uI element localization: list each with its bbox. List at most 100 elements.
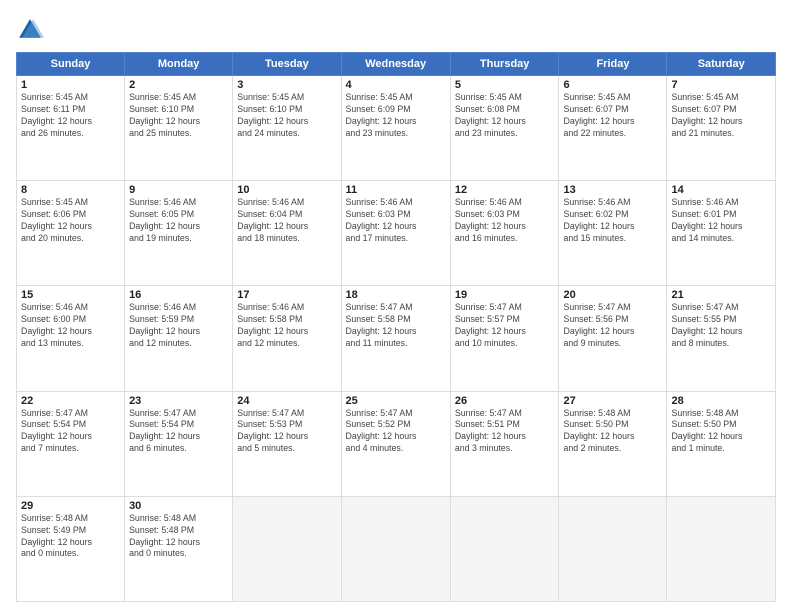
- day-number: 13: [563, 184, 662, 196]
- day-info: Sunrise: 5:47 AM Sunset: 5:51 PM Dayligh…: [455, 408, 555, 456]
- calendar-cell: 22Sunrise: 5:47 AM Sunset: 5:54 PM Dayli…: [17, 391, 125, 496]
- day-info: Sunrise: 5:45 AM Sunset: 6:10 PM Dayligh…: [237, 92, 336, 140]
- day-info: Sunrise: 5:46 AM Sunset: 6:01 PM Dayligh…: [671, 197, 771, 245]
- calendar-cell: 15Sunrise: 5:46 AM Sunset: 6:00 PM Dayli…: [17, 286, 125, 391]
- day-number: 22: [21, 395, 120, 407]
- day-number: 29: [21, 500, 120, 512]
- day-number: 28: [671, 395, 771, 407]
- calendar-table: SundayMondayTuesdayWednesdayThursdayFrid…: [16, 52, 776, 602]
- calendar-cell: 6Sunrise: 5:45 AM Sunset: 6:07 PM Daylig…: [559, 76, 667, 181]
- calendar-cell: 9Sunrise: 5:46 AM Sunset: 6:05 PM Daylig…: [125, 181, 233, 286]
- calendar-cell: 17Sunrise: 5:46 AM Sunset: 5:58 PM Dayli…: [233, 286, 341, 391]
- calendar-cell: 10Sunrise: 5:46 AM Sunset: 6:04 PM Dayli…: [233, 181, 341, 286]
- day-number: 24: [237, 395, 336, 407]
- day-number: 21: [671, 289, 771, 301]
- day-info: Sunrise: 5:47 AM Sunset: 5:56 PM Dayligh…: [563, 302, 662, 350]
- calendar-week-row: 29Sunrise: 5:48 AM Sunset: 5:49 PM Dayli…: [17, 496, 776, 601]
- calendar-cell: [233, 496, 341, 601]
- calendar-cell: 28Sunrise: 5:48 AM Sunset: 5:50 PM Dayli…: [667, 391, 776, 496]
- day-info: Sunrise: 5:47 AM Sunset: 5:53 PM Dayligh…: [237, 408, 336, 456]
- day-number: 14: [671, 184, 771, 196]
- day-info: Sunrise: 5:46 AM Sunset: 6:03 PM Dayligh…: [346, 197, 446, 245]
- logo-icon: [16, 16, 44, 44]
- calendar-cell: 25Sunrise: 5:47 AM Sunset: 5:52 PM Dayli…: [341, 391, 450, 496]
- calendar-cell: 4Sunrise: 5:45 AM Sunset: 6:09 PM Daylig…: [341, 76, 450, 181]
- day-number: 25: [346, 395, 446, 407]
- day-number: 4: [346, 79, 446, 91]
- day-info: Sunrise: 5:45 AM Sunset: 6:08 PM Dayligh…: [455, 92, 555, 140]
- day-info: Sunrise: 5:45 AM Sunset: 6:07 PM Dayligh…: [563, 92, 662, 140]
- day-number: 5: [455, 79, 555, 91]
- day-number: 8: [21, 184, 120, 196]
- day-info: Sunrise: 5:48 AM Sunset: 5:49 PM Dayligh…: [21, 513, 120, 561]
- calendar-cell: 27Sunrise: 5:48 AM Sunset: 5:50 PM Dayli…: [559, 391, 667, 496]
- calendar-cell: 26Sunrise: 5:47 AM Sunset: 5:51 PM Dayli…: [450, 391, 559, 496]
- calendar-cell: 12Sunrise: 5:46 AM Sunset: 6:03 PM Dayli…: [450, 181, 559, 286]
- calendar-cell: 16Sunrise: 5:46 AM Sunset: 5:59 PM Dayli…: [125, 286, 233, 391]
- day-info: Sunrise: 5:47 AM Sunset: 5:55 PM Dayligh…: [671, 302, 771, 350]
- day-info: Sunrise: 5:45 AM Sunset: 6:06 PM Dayligh…: [21, 197, 120, 245]
- day-number: 17: [237, 289, 336, 301]
- day-number: 7: [671, 79, 771, 91]
- day-info: Sunrise: 5:47 AM Sunset: 5:54 PM Dayligh…: [129, 408, 228, 456]
- day-info: Sunrise: 5:45 AM Sunset: 6:10 PM Dayligh…: [129, 92, 228, 140]
- calendar-cell: 14Sunrise: 5:46 AM Sunset: 6:01 PM Dayli…: [667, 181, 776, 286]
- calendar-cell: 21Sunrise: 5:47 AM Sunset: 5:55 PM Dayli…: [667, 286, 776, 391]
- day-number: 10: [237, 184, 336, 196]
- calendar-week-row: 15Sunrise: 5:46 AM Sunset: 6:00 PM Dayli…: [17, 286, 776, 391]
- page: SundayMondayTuesdayWednesdayThursdayFrid…: [0, 0, 792, 612]
- day-number: 16: [129, 289, 228, 301]
- day-info: Sunrise: 5:46 AM Sunset: 5:59 PM Dayligh…: [129, 302, 228, 350]
- day-info: Sunrise: 5:47 AM Sunset: 5:57 PM Dayligh…: [455, 302, 555, 350]
- weekday-header-friday: Friday: [559, 53, 667, 76]
- calendar-cell: 29Sunrise: 5:48 AM Sunset: 5:49 PM Dayli…: [17, 496, 125, 601]
- calendar-cell: 13Sunrise: 5:46 AM Sunset: 6:02 PM Dayli…: [559, 181, 667, 286]
- day-number: 30: [129, 500, 228, 512]
- day-info: Sunrise: 5:47 AM Sunset: 5:52 PM Dayligh…: [346, 408, 446, 456]
- day-number: 12: [455, 184, 555, 196]
- weekday-header-thursday: Thursday: [450, 53, 559, 76]
- day-number: 27: [563, 395, 662, 407]
- day-info: Sunrise: 5:45 AM Sunset: 6:09 PM Dayligh…: [346, 92, 446, 140]
- logo: [16, 16, 48, 44]
- calendar-cell: 23Sunrise: 5:47 AM Sunset: 5:54 PM Dayli…: [125, 391, 233, 496]
- day-number: 11: [346, 184, 446, 196]
- day-info: Sunrise: 5:47 AM Sunset: 5:58 PM Dayligh…: [346, 302, 446, 350]
- calendar-cell: 19Sunrise: 5:47 AM Sunset: 5:57 PM Dayli…: [450, 286, 559, 391]
- day-number: 15: [21, 289, 120, 301]
- calendar-cell: 3Sunrise: 5:45 AM Sunset: 6:10 PM Daylig…: [233, 76, 341, 181]
- calendar-week-row: 8Sunrise: 5:45 AM Sunset: 6:06 PM Daylig…: [17, 181, 776, 286]
- weekday-header-wednesday: Wednesday: [341, 53, 450, 76]
- calendar-cell: 1Sunrise: 5:45 AM Sunset: 6:11 PM Daylig…: [17, 76, 125, 181]
- day-number: 9: [129, 184, 228, 196]
- calendar-cell: 7Sunrise: 5:45 AM Sunset: 6:07 PM Daylig…: [667, 76, 776, 181]
- day-info: Sunrise: 5:46 AM Sunset: 6:00 PM Dayligh…: [21, 302, 120, 350]
- day-number: 26: [455, 395, 555, 407]
- calendar-week-row: 1Sunrise: 5:45 AM Sunset: 6:11 PM Daylig…: [17, 76, 776, 181]
- calendar-cell: [559, 496, 667, 601]
- calendar-cell: [667, 496, 776, 601]
- calendar-cell: 24Sunrise: 5:47 AM Sunset: 5:53 PM Dayli…: [233, 391, 341, 496]
- day-info: Sunrise: 5:45 AM Sunset: 6:11 PM Dayligh…: [21, 92, 120, 140]
- day-number: 2: [129, 79, 228, 91]
- weekday-header-sunday: Sunday: [17, 53, 125, 76]
- weekday-header-monday: Monday: [125, 53, 233, 76]
- day-number: 1: [21, 79, 120, 91]
- calendar-cell: 5Sunrise: 5:45 AM Sunset: 6:08 PM Daylig…: [450, 76, 559, 181]
- calendar-cell: 30Sunrise: 5:48 AM Sunset: 5:48 PM Dayli…: [125, 496, 233, 601]
- day-info: Sunrise: 5:45 AM Sunset: 6:07 PM Dayligh…: [671, 92, 771, 140]
- weekday-header-row: SundayMondayTuesdayWednesdayThursdayFrid…: [17, 53, 776, 76]
- day-info: Sunrise: 5:48 AM Sunset: 5:48 PM Dayligh…: [129, 513, 228, 561]
- day-info: Sunrise: 5:48 AM Sunset: 5:50 PM Dayligh…: [671, 408, 771, 456]
- day-number: 18: [346, 289, 446, 301]
- day-number: 6: [563, 79, 662, 91]
- day-info: Sunrise: 5:46 AM Sunset: 6:04 PM Dayligh…: [237, 197, 336, 245]
- calendar-cell: [450, 496, 559, 601]
- calendar-week-row: 22 Sunrise: 5:47 AM Sunset: 5:54 PM Dayli…: [17, 391, 776, 496]
- day-number: 23: [129, 395, 228, 407]
- day-info: Sunrise: 5:46 AM Sunset: 5:58 PM Dayligh…: [237, 302, 336, 350]
- calendar-cell: 20Sunrise: 5:47 AM Sunset: 5:56 PM Dayli…: [559, 286, 667, 391]
- day-info: Sunrise: 5:46 AM Sunset: 6:03 PM Dayligh…: [455, 197, 555, 245]
- day-info: Sunrise: 5:46 AM Sunset: 6:05 PM Dayligh…: [129, 197, 228, 245]
- day-info: Sunrise: 5:48 AM Sunset: 5:50 PM Dayligh…: [563, 408, 662, 456]
